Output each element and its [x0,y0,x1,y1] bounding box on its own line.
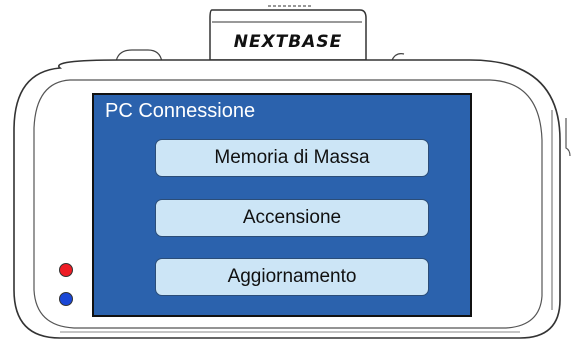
screen-title: PC Connessione [105,100,256,122]
dashcam-device: NEXTBASE PC Connessione Memoria di Massa… [0,0,572,347]
firmware-update-button[interactable]: Aggiornamento [155,258,429,296]
brand-logo: NEXTBASE [233,32,343,52]
device-screen: PC Connessione Memoria di Massa Accensio… [92,93,472,317]
mass-storage-button[interactable]: Memoria di Massa [155,139,429,177]
blue-led-indicator [59,292,73,306]
red-led-indicator [59,263,73,277]
power-on-button[interactable]: Accensione [155,199,429,237]
